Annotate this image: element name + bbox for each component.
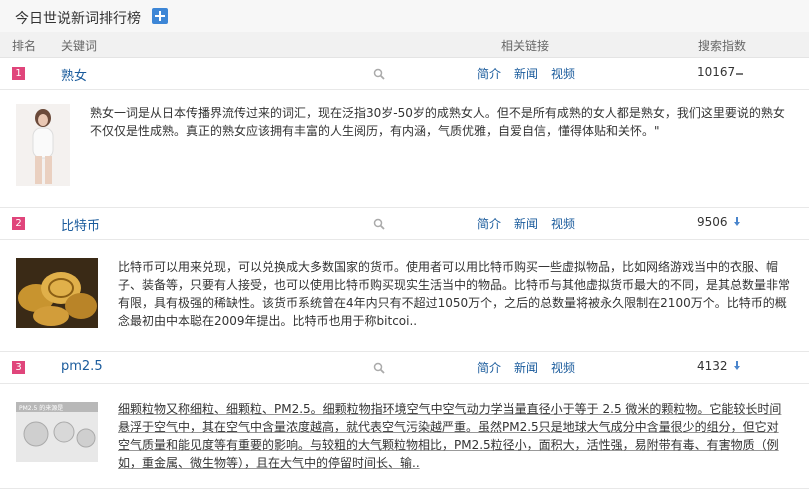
rank-badge: 2 xyxy=(12,217,25,230)
search-icon[interactable] xyxy=(373,362,385,374)
column-header-index: 搜索指数 xyxy=(698,39,747,53)
page-title: 今日世说新词排行榜 xyxy=(15,11,141,27)
link-intro[interactable]: 简介 xyxy=(477,359,501,376)
rank-badge: 1 xyxy=(12,67,25,80)
search-icon[interactable] xyxy=(373,218,385,230)
column-header-keyword: 关键词 xyxy=(61,39,98,53)
thumbnail-image[interactable] xyxy=(16,104,70,186)
link-video[interactable]: 视频 xyxy=(551,359,575,376)
column-header-links: 相关链接 xyxy=(501,39,550,53)
title-bar: 今日世说新词排行榜 xyxy=(0,0,809,32)
column-header-rank: 排名 xyxy=(12,39,37,53)
add-icon[interactable] xyxy=(152,8,168,24)
thumbnail-image[interactable]: PM2.5 的来源是 xyxy=(16,402,98,462)
search-icon[interactable] xyxy=(373,68,385,80)
keyword-link[interactable]: 熟女 xyxy=(61,65,87,84)
search-index-value: 10167 xyxy=(697,65,736,79)
search-index-value: 4132 xyxy=(697,359,728,373)
description-text: 细颗粒物又称细粒、细颗粒、PM2.5。细颗粒物指环境空气中空气动力学当量直径小于… xyxy=(118,402,782,470)
table-row: 1 熟女 简介 新闻 视频 10167 xyxy=(0,58,809,90)
link-news[interactable]: 新闻 xyxy=(514,215,538,232)
link-intro[interactable]: 简介 xyxy=(477,215,501,232)
keyword-link[interactable]: pm2.5 xyxy=(61,359,103,374)
rank-badge: 3 xyxy=(12,361,25,374)
description-text: 比特币可以用来兑现，可以兑换成大多数国家的货币。使用者可以用比特币购买一些虚拟物… xyxy=(118,260,791,328)
keyword-link[interactable]: 比特币 xyxy=(61,215,100,234)
link-news[interactable]: 新闻 xyxy=(514,359,538,376)
thumbnail-image[interactable] xyxy=(16,258,98,328)
link-video[interactable]: 视频 xyxy=(551,215,575,232)
detail-panel: 熟女一词是从日本传播界流传过来的词汇，现在泛指30岁-50岁的成熟女人。但不是所… xyxy=(0,90,809,208)
trend-flat-icon xyxy=(736,73,743,75)
detail-panel: PM2.5 的来源是 细颗粒物又称细粒、细颗粒、PM2.5。细颗粒物指环境空气中… xyxy=(0,384,809,489)
link-news[interactable]: 新闻 xyxy=(514,65,538,82)
thumbnail-label: PM2.5 的来源是 xyxy=(19,404,63,412)
link-video[interactable]: 视频 xyxy=(551,65,575,82)
detail-panel: 比特币可以用来兑现，可以兑换成大多数国家的货币。使用者可以用比特币购买一些虚拟物… xyxy=(0,240,809,352)
table-row: 2 比特币 简介 新闻 视频 9506 xyxy=(0,208,809,240)
link-intro[interactable]: 简介 xyxy=(477,65,501,82)
table-row: 3 pm2.5 简介 新闻 视频 4132 xyxy=(0,352,809,384)
search-index-value: 9506 xyxy=(697,215,728,229)
description-text: 熟女一词是从日本传播界流传过来的词汇，现在泛指30岁-50岁的成熟女人。但不是所… xyxy=(90,106,785,138)
table-header: 排名 关键词 相关链接 搜索指数 xyxy=(0,32,809,58)
